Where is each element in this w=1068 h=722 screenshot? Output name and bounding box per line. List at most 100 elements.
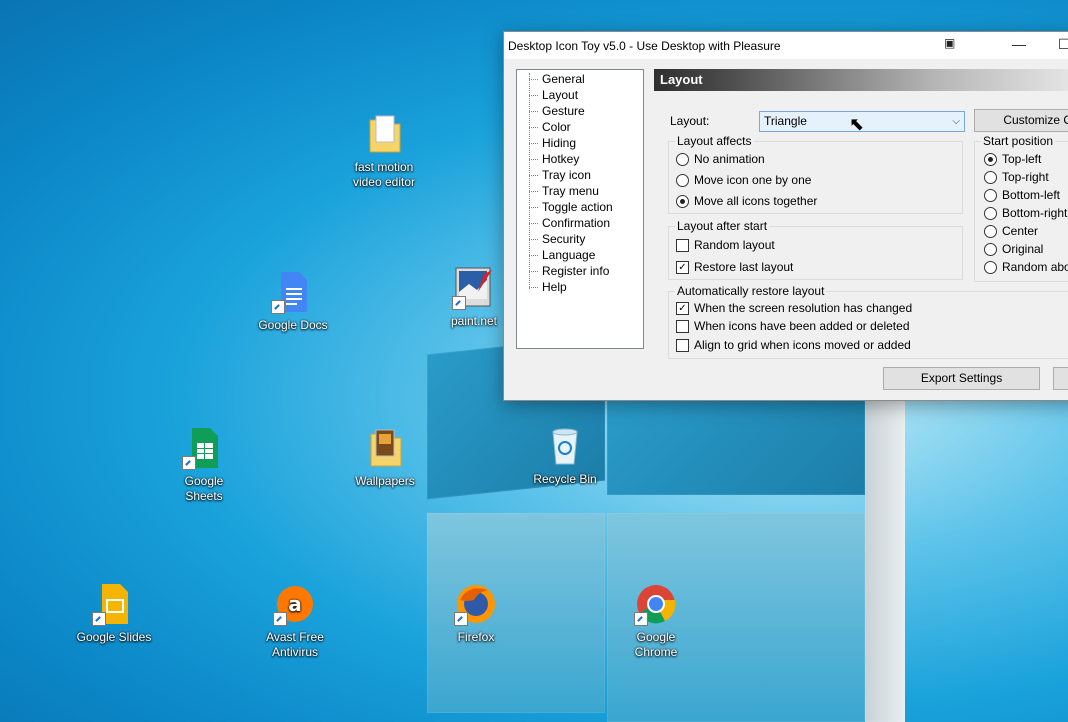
group-title: Layout after start: [675, 219, 770, 233]
checkbox-random-layout[interactable]: Random layout: [676, 238, 775, 252]
tree-item-security[interactable]: Security: [517, 231, 643, 247]
svg-text:a: a: [288, 592, 302, 616]
checkbox-label: Random layout: [694, 238, 775, 252]
desktop-icon-google-chrome[interactable]: Google Chrome: [611, 582, 701, 660]
desktop-icon-firefox[interactable]: Firefox: [431, 582, 521, 645]
folder-icon: [363, 426, 407, 470]
paint-net-icon: [452, 266, 496, 310]
radio-button[interactable]: [676, 173, 689, 187]
window-title: Desktop Icon Toy v5.0 - Use Desktop with…: [508, 38, 781, 53]
desktop-icon-label: Google Chrome: [634, 630, 678, 659]
radio-original[interactable]: Original: [984, 242, 1043, 256]
radio-button[interactable]: [984, 242, 997, 256]
tree-item-language[interactable]: Language: [517, 247, 643, 263]
checkbox[interactable]: [676, 238, 689, 252]
tree-item-register-info[interactable]: Register info: [517, 263, 643, 279]
radio-bottom-left[interactable]: Bottom-left: [984, 188, 1060, 202]
desktop-icon-label: Google Docs: [258, 318, 328, 332]
checkbox-restore-last-layout[interactable]: ✓ Restore last layout: [676, 260, 793, 274]
radio-button[interactable]: [984, 260, 997, 274]
checkbox[interactable]: ✓: [676, 260, 689, 274]
desktop-icon-google-slides[interactable]: Google Slides: [69, 582, 159, 645]
layout-label: Layout:: [670, 114, 710, 128]
checkbox-align-to-grid[interactable]: Align to grid when icons moved or added: [676, 338, 911, 352]
radio-button[interactable]: [984, 170, 997, 184]
recycle-bin-icon: [543, 424, 587, 468]
ok-button[interactable]: [1053, 367, 1068, 390]
checkbox[interactable]: [676, 319, 689, 333]
radio-no-animation[interactable]: No animation: [676, 152, 765, 166]
checkbox-icons-added-deleted[interactable]: When icons have been added or deleted: [676, 319, 910, 333]
customize-order-button[interactable]: Customize Or: [974, 109, 1068, 132]
tree-item-toggle-action[interactable]: Toggle action: [517, 199, 643, 215]
radio-label: Bottom-left: [1002, 188, 1061, 202]
desktop-icon-google-sheets[interactable]: Google Sheets: [159, 426, 249, 504]
tree-item-layout[interactable]: Layout: [517, 87, 643, 103]
tree-item-general[interactable]: General: [517, 71, 643, 87]
group-title: Automatically restore layout: [675, 284, 827, 298]
wallpaper-tile-top-right: [607, 395, 865, 495]
window-titlebar[interactable]: Desktop Icon Toy v5.0 - Use Desktop with…: [504, 32, 1068, 59]
radio-label: No animation: [694, 152, 765, 166]
tree-item-hotkey[interactable]: Hotkey: [517, 151, 643, 167]
desktop-icon-fast-motion[interactable]: fast motion video editor: [339, 112, 429, 190]
desktop-icon-google-docs[interactable]: Google Docs: [248, 270, 338, 333]
desktop-icon-avast[interactable]: a Avast Free Antivirus: [250, 582, 340, 660]
checkbox-label: When the screen resolution has changed: [694, 301, 913, 315]
shortcut-arrow-icon: [271, 300, 285, 314]
shortcut-arrow-icon: [273, 612, 287, 626]
checkbox[interactable]: ✓: [676, 301, 689, 315]
desktop-icon-label: fast motion video editor: [352, 160, 416, 189]
mouse-cursor-icon: ⬉: [849, 114, 865, 134]
radio-button[interactable]: [984, 224, 997, 238]
tree-item-color[interactable]: Color: [517, 119, 643, 135]
desktop-icon-label: Firefox: [457, 630, 495, 644]
tree-item-hiding[interactable]: Hiding: [517, 135, 643, 151]
wallpaper-tile-side: [865, 395, 905, 722]
checkbox[interactable]: [676, 338, 689, 352]
pin-icon[interactable]: ▣: [944, 36, 955, 50]
desktop-icon-label: Wallpapers: [355, 474, 415, 488]
radio-button[interactable]: [984, 206, 997, 220]
radio-button[interactable]: [984, 152, 997, 166]
radio-label: Original: [1002, 242, 1044, 256]
settings-tree: General Layout Gesture Color Hiding Hotk…: [516, 69, 644, 349]
radio-label: Top-right: [1002, 170, 1049, 184]
radio-center[interactable]: Center: [984, 224, 1038, 238]
export-settings-button[interactable]: Export Settings: [883, 367, 1040, 390]
tree-item-tray-menu[interactable]: Tray menu: [517, 183, 643, 199]
google-sheets-icon: [182, 426, 226, 470]
radio-label: Top-left: [1002, 152, 1042, 166]
firefox-icon: [454, 582, 498, 626]
radio-random-above[interactable]: Random above: [984, 260, 1068, 274]
radio-button[interactable]: [676, 152, 689, 166]
radio-button[interactable]: [676, 194, 689, 208]
radio-label: Move all icons together: [694, 194, 818, 208]
checkbox-resolution-changed[interactable]: ✓ When the screen resolution has changed: [676, 301, 912, 315]
radio-top-right[interactable]: Top-right: [984, 170, 1049, 184]
google-docs-icon: [271, 270, 315, 314]
tree-item-confirmation[interactable]: Confirmation: [517, 215, 643, 231]
tree-item-help[interactable]: Help: [517, 279, 643, 295]
section-header: Layout: [654, 69, 1068, 91]
shortcut-arrow-icon: [452, 296, 466, 310]
group-title: Layout affects: [675, 134, 754, 148]
radio-top-left[interactable]: Top-left: [984, 152, 1041, 166]
radio-label: Move icon one by one: [694, 173, 812, 187]
minimize-button[interactable]: —: [1012, 36, 1026, 52]
tree-item-tray-icon[interactable]: Tray icon: [517, 167, 643, 183]
shortcut-arrow-icon: [182, 456, 196, 470]
avast-icon: a: [273, 582, 317, 626]
tree-item-gesture[interactable]: Gesture: [517, 103, 643, 119]
maximize-button[interactable]: ☐: [1058, 36, 1068, 53]
radio-move-all-together[interactable]: Move all icons together: [676, 194, 817, 208]
radio-move-one-by-one[interactable]: Move icon one by one: [676, 173, 811, 187]
radio-label: Bottom-right: [1002, 206, 1068, 220]
shortcut-arrow-icon: [634, 612, 648, 626]
desktop-icon-wallpapers[interactable]: Wallpapers: [340, 426, 430, 489]
desktop-icon-recycle-bin[interactable]: Recycle Bin: [520, 424, 610, 487]
group-title: Start position: [981, 134, 1056, 148]
radio-button[interactable]: [984, 188, 997, 202]
radio-bottom-right[interactable]: Bottom-right: [984, 206, 1067, 220]
checkbox-label: Align to grid when icons moved or added: [694, 338, 911, 352]
